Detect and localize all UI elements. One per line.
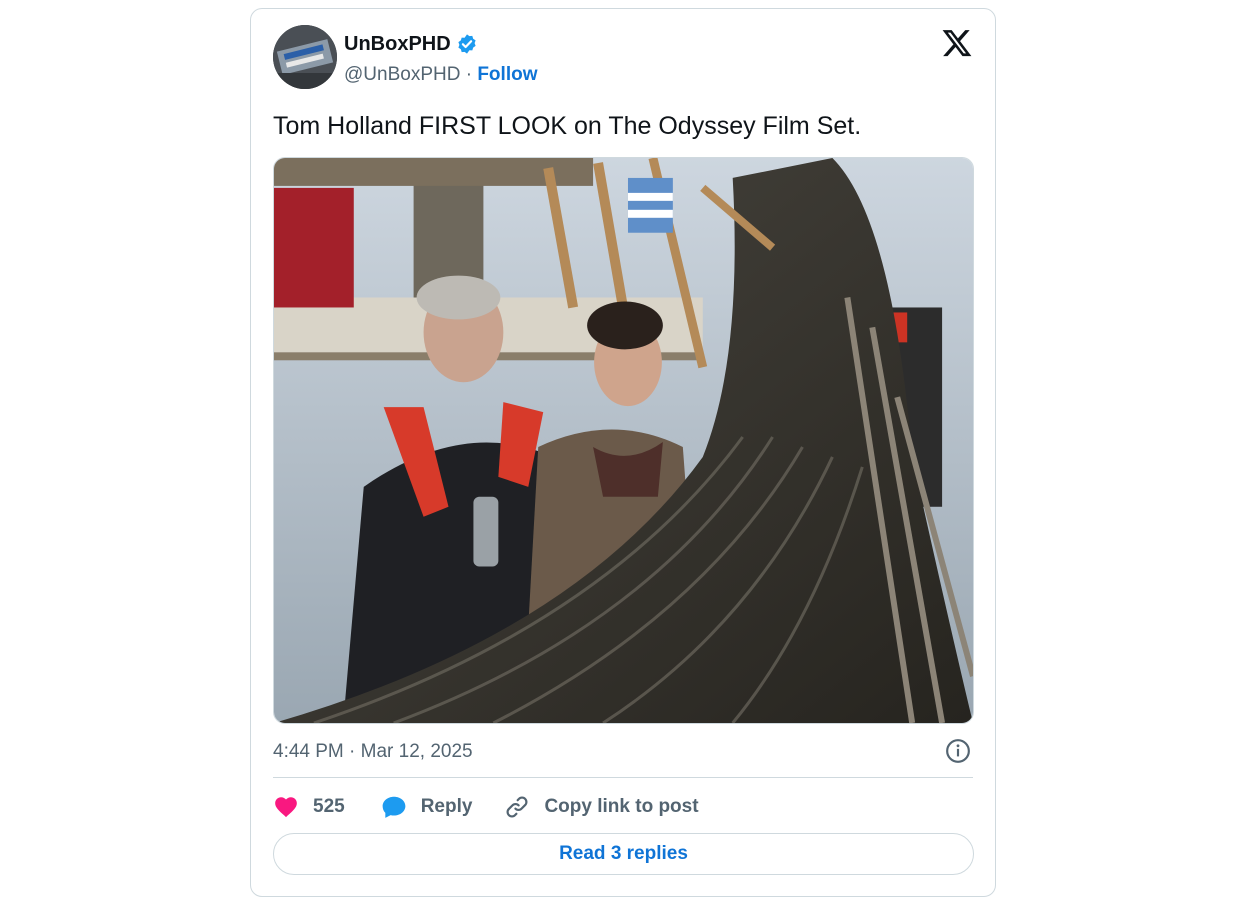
verified-badge-icon — [458, 34, 476, 54]
embedded-tweet-card: UnBoxPHD @UnBoxPHD · Follow Tom Holland … — [250, 8, 996, 897]
reply-button[interactable]: Reply — [381, 794, 473, 820]
reply-bubble-icon — [382, 796, 406, 818]
tweet-actions-bar: 525 Reply Copy link to post — [273, 792, 699, 822]
read-replies-button[interactable]: Read 3 replies — [273, 833, 974, 875]
author-handle[interactable]: @UnBoxPHD — [344, 64, 460, 85]
author-name[interactable]: UnBoxPHD — [344, 32, 451, 56]
reply-label: Reply — [420, 796, 473, 817]
like-button[interactable]: 525 — [273, 794, 345, 820]
like-count: 525 — [313, 796, 345, 817]
follow-button[interactable]: Follow — [477, 64, 537, 85]
x-logo-icon[interactable] — [941, 27, 973, 59]
copy-link-label: Copy link to post — [544, 796, 699, 817]
copy-link-button[interactable]: Copy link to post — [504, 794, 699, 820]
author-name-row[interactable]: UnBoxPHD — [344, 32, 478, 56]
divider — [273, 777, 973, 778]
handle-separator: · — [460, 64, 478, 85]
tweet-text: Tom Holland FIRST LOOK on The Odyssey Fi… — [273, 112, 862, 140]
tweet-photo[interactable] — [273, 157, 974, 724]
film-set-photo — [274, 158, 973, 723]
author-handle-row: @UnBoxPHD · Follow — [344, 63, 537, 87]
link-icon — [506, 796, 528, 818]
tweet-timestamp[interactable]: 4:44 PM · Mar 12, 2025 — [273, 740, 473, 764]
author-avatar[interactable] — [273, 25, 337, 89]
heart-icon — [275, 797, 297, 818]
info-icon[interactable] — [945, 738, 971, 764]
